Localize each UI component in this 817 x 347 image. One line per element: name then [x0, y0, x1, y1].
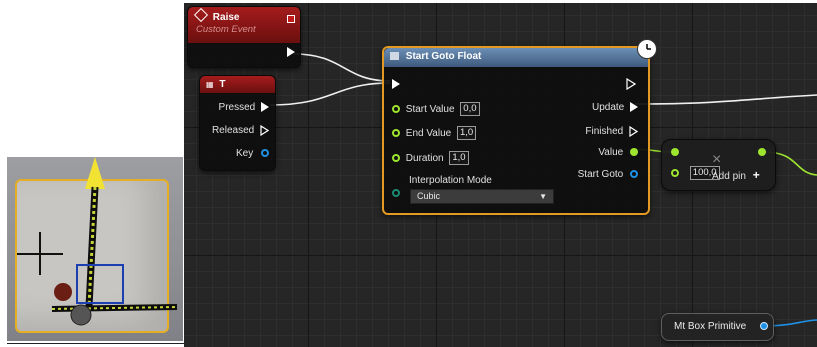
exec-wire-raise	[293, 53, 391, 82]
t-key-node[interactable]: ▦ T Pressed Released Key	[199, 75, 276, 171]
key-struct-pin[interactable]	[261, 149, 269, 158]
transform-gizmo[interactable]	[7, 157, 183, 341]
raise-event-node[interactable]: Raise Custom Event	[187, 6, 301, 68]
add-pin-button[interactable]: Add pin +	[712, 168, 760, 182]
interp-dropdown[interactable]: Cubic ▼	[410, 189, 554, 204]
interp-row[interactable]: Interpolation Mode	[392, 175, 492, 197]
value-float-pin[interactable]	[630, 148, 638, 157]
update-row[interactable]: Update	[592, 102, 638, 113]
end-value-row[interactable]: End Value 1,0	[392, 126, 477, 140]
pressed-label: Pressed	[218, 102, 256, 113]
raise-header[interactable]: Raise Custom Event	[188, 7, 300, 43]
mt-box-output-pin[interactable]	[760, 322, 768, 330]
gizmo-red-handle[interactable]	[54, 283, 72, 301]
released-label: Released	[211, 125, 255, 137]
t-title: T	[219, 79, 226, 90]
start-goto-label: Start Goto	[577, 169, 624, 180]
finished-exec-pin[interactable]	[629, 125, 639, 138]
plus-icon: +	[752, 168, 760, 182]
gizmo-up-arrow[interactable]	[85, 157, 105, 189]
start-value-pin[interactable]	[392, 105, 400, 113]
gizmo-plane-handle[interactable]	[76, 264, 124, 304]
duration-pin[interactable]	[392, 154, 400, 162]
interp-pin[interactable]	[392, 189, 400, 197]
add-input-b-pin[interactable]	[671, 169, 679, 177]
released-exec-pin[interactable]	[260, 124, 270, 137]
blueprint-graph[interactable]: Raise Custom Event ▦ T Pressed Released …	[184, 3, 817, 347]
end-value-label: End Value	[405, 127, 452, 139]
start-goto-pin[interactable]	[630, 170, 638, 179]
end-value-field[interactable]: 1,0	[456, 126, 477, 140]
event-diamond-icon	[193, 7, 209, 23]
pin-key[interactable]: Key	[236, 148, 269, 159]
add-input-a-pin[interactable]	[671, 148, 679, 156]
key-label: Key	[235, 148, 254, 159]
t-header[interactable]: ▦ T	[200, 76, 275, 93]
mt-box-label: Mt Box Primitive	[674, 321, 747, 332]
start-value-label: Start Value	[405, 103, 455, 115]
finished-row[interactable]: Finished	[585, 125, 639, 138]
raise-exec-out[interactable]	[287, 47, 295, 57]
interp-label: Interpolation Mode	[409, 175, 492, 186]
math-add-node[interactable]: × 100,0 Add pin +	[661, 139, 776, 191]
update-exec-pin[interactable]	[630, 102, 638, 113]
pin-released[interactable]: Released	[211, 124, 270, 137]
raise-title: Raise	[212, 12, 240, 23]
start-goto-float-node[interactable]: Start Goto Float Start Value 0,0 End Val…	[382, 39, 657, 215]
add-pin-label: Add pin	[712, 171, 746, 182]
end-value-pin[interactable]	[392, 129, 400, 137]
delegate-square-icon[interactable]	[287, 15, 295, 23]
function-icon	[390, 52, 399, 60]
value-label: Value	[598, 147, 624, 158]
gizmo-pivot[interactable]	[70, 304, 92, 326]
mt-box-primitive-node[interactable]: Mt Box Primitive	[661, 313, 774, 341]
pin-pressed[interactable]: Pressed	[219, 102, 269, 113]
exec-wire-update	[634, 94, 817, 105]
raise-subtitle: Custom Event	[196, 24, 256, 35]
goto-header[interactable]: Start Goto Float	[384, 48, 648, 67]
value-row[interactable]: Value	[598, 147, 638, 158]
start-value-field[interactable]: 0,0	[460, 102, 480, 116]
goto-exec-in[interactable]	[392, 79, 400, 89]
start-goto-row[interactable]: Start Goto	[578, 169, 638, 180]
clock-icon	[637, 39, 657, 59]
exec-wire-pressed	[269, 82, 391, 106]
goto-exec-out[interactable]	[626, 78, 636, 90]
goto-title: Start Goto Float	[405, 51, 482, 62]
add-output-pin[interactable]	[758, 148, 766, 156]
update-label: Update	[591, 102, 625, 113]
keyboard-icon: ▦	[206, 80, 214, 89]
duration-label: Duration	[405, 152, 444, 164]
viewport-panel[interactable]	[7, 157, 183, 341]
duration-row[interactable]: Duration 1,0	[392, 151, 469, 165]
start-value-row[interactable]: Start Value 0,0	[392, 102, 480, 116]
finished-label: Finished	[585, 126, 624, 138]
interp-selected: Cubic	[417, 191, 441, 201]
pressed-exec-pin[interactable]	[261, 102, 269, 113]
duration-field[interactable]: 1,0	[449, 151, 469, 165]
chevron-down-icon: ▼	[539, 192, 547, 201]
